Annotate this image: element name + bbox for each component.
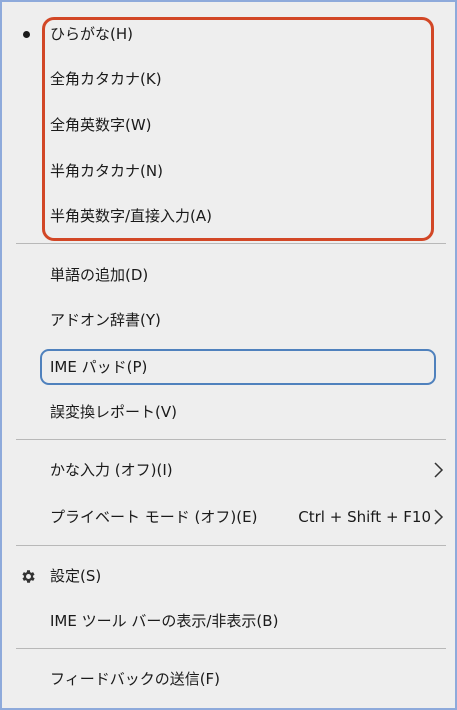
keyboard-shortcut: Ctrl + Shift + F10 (298, 508, 431, 526)
menu-item-label: 誤変換レポート(V) (50, 403, 177, 421)
chevron-right-icon (434, 462, 444, 478)
menu-item-private-mode[interactable]: プライベート モード (オフ)(E) Ctrl + Shift + F10 (2, 497, 455, 537)
menu-item-settings[interactable]: 設定(S) (2, 556, 455, 596)
menu-item-label: プライベート モード (オフ)(E) (50, 508, 258, 526)
selected-bullet-icon (23, 31, 30, 38)
menu-item-label: IME ツール バーの表示/非表示(B) (50, 612, 279, 630)
menu-item-conversion-report[interactable]: 誤変換レポート(V) (2, 392, 455, 432)
gear-icon (22, 570, 35, 583)
menu-separator (16, 545, 446, 546)
menu-item-label: 単語の追加(D) (50, 266, 149, 284)
menu-item-add-word[interactable]: 単語の追加(D) (2, 255, 455, 295)
menu-separator (16, 439, 446, 440)
ime-pad-highlight-box (40, 349, 436, 385)
menu-item-toggle-toolbar[interactable]: IME ツール バーの表示/非表示(B) (2, 601, 455, 641)
menu-item-label: フィードバックの送信(F) (50, 670, 221, 688)
menu-item-label: 設定(S) (50, 567, 102, 585)
menu-item-addon-dictionary[interactable]: アドオン辞書(Y) (2, 300, 455, 340)
menu-separator (16, 648, 446, 649)
menu-separator (16, 243, 446, 244)
input-mode-highlight-box (42, 17, 434, 241)
menu-item-kana-input[interactable]: かな入力 (オフ)(I) (2, 450, 455, 490)
menu-item-label: アドオン辞書(Y) (50, 311, 161, 329)
menu-item-send-feedback[interactable]: フィードバックの送信(F) (2, 659, 455, 699)
menu-item-label: かな入力 (オフ)(I) (50, 461, 173, 479)
ime-context-menu: ひらがな(H) 全角カタカナ(K) 全角英数字(W) 半角カタカナ(N) 半角英… (0, 0, 457, 710)
chevron-right-icon (434, 509, 444, 525)
